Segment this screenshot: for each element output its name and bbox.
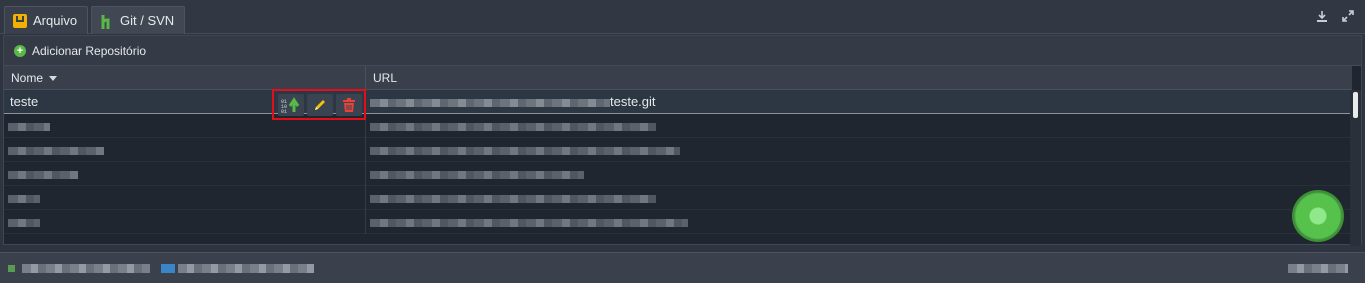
table-row[interactable] — [4, 186, 1352, 210]
edit-button[interactable] — [307, 93, 333, 116]
repo-url: teste.git — [366, 90, 1352, 114]
sort-down-icon — [49, 76, 58, 82]
binary-deploy-icon: 01 10 01 — [281, 96, 300, 113]
redacted-text — [1288, 264, 1348, 273]
deploy-button[interactable]: 01 10 01 — [278, 93, 304, 116]
redacted-text — [370, 147, 680, 155]
status-indicator — [1292, 190, 1344, 242]
repository-panel: + Adicionar Repositório Nome URL teste t… — [3, 35, 1362, 246]
table-row[interactable]: teste teste.git — [4, 90, 1352, 114]
redacted-text — [370, 219, 688, 227]
redacted-text — [22, 264, 150, 273]
svg-text:01: 01 — [281, 109, 287, 113]
tab-git-svn[interactable]: Git / SVN — [91, 6, 185, 34]
grid-header: Nome URL — [4, 66, 1352, 90]
archive-icon — [13, 13, 27, 28]
add-repository-label: Adicionar Repositório — [32, 43, 147, 58]
download-icon[interactable] — [1315, 10, 1329, 24]
redacted-text — [8, 219, 40, 227]
row-actions-highlight: 01 10 01 — [272, 89, 366, 120]
status-dot-icon — [8, 265, 15, 272]
panel-toolbar: + Adicionar Repositório — [4, 36, 1361, 66]
redacted-text — [8, 123, 50, 131]
tab-arquivo[interactable]: Arquivo — [4, 6, 88, 34]
status-icon — [161, 264, 175, 273]
scrollbar-thumb[interactable] — [1353, 92, 1358, 118]
redacted-text — [178, 264, 314, 273]
table-row[interactable] — [4, 138, 1352, 162]
redacted-text — [8, 195, 40, 203]
redacted-text — [370, 195, 656, 203]
column-header-url[interactable]: URL — [366, 66, 1352, 90]
tab-bar: Arquivo Git / SVN — [0, 0, 1365, 34]
status-bar — [0, 252, 1365, 283]
redacted-text — [370, 171, 584, 179]
redacted-text — [8, 147, 104, 155]
redacted-text — [370, 123, 656, 131]
table-row[interactable] — [4, 210, 1352, 234]
add-icon: + — [14, 44, 26, 57]
expand-icon[interactable] — [1341, 10, 1355, 24]
redacted-text — [8, 171, 78, 179]
pencil-icon — [315, 99, 325, 110]
git-branch-icon — [100, 14, 114, 29]
delete-button[interactable] — [336, 93, 362, 116]
table-row[interactable] — [4, 162, 1352, 186]
vertical-scrollbar[interactable] — [1350, 90, 1361, 246]
add-repository-button[interactable]: + Adicionar Repositório — [14, 44, 146, 58]
column-header-name[interactable]: Nome — [4, 66, 366, 90]
trash-icon — [343, 97, 355, 112]
tab-label: Arquivo — [33, 13, 78, 28]
repository-list: teste teste.git — [4, 90, 1352, 246]
table-row[interactable] — [4, 114, 1352, 138]
tab-label: Git / SVN — [120, 13, 175, 28]
redacted-text — [370, 99, 610, 107]
